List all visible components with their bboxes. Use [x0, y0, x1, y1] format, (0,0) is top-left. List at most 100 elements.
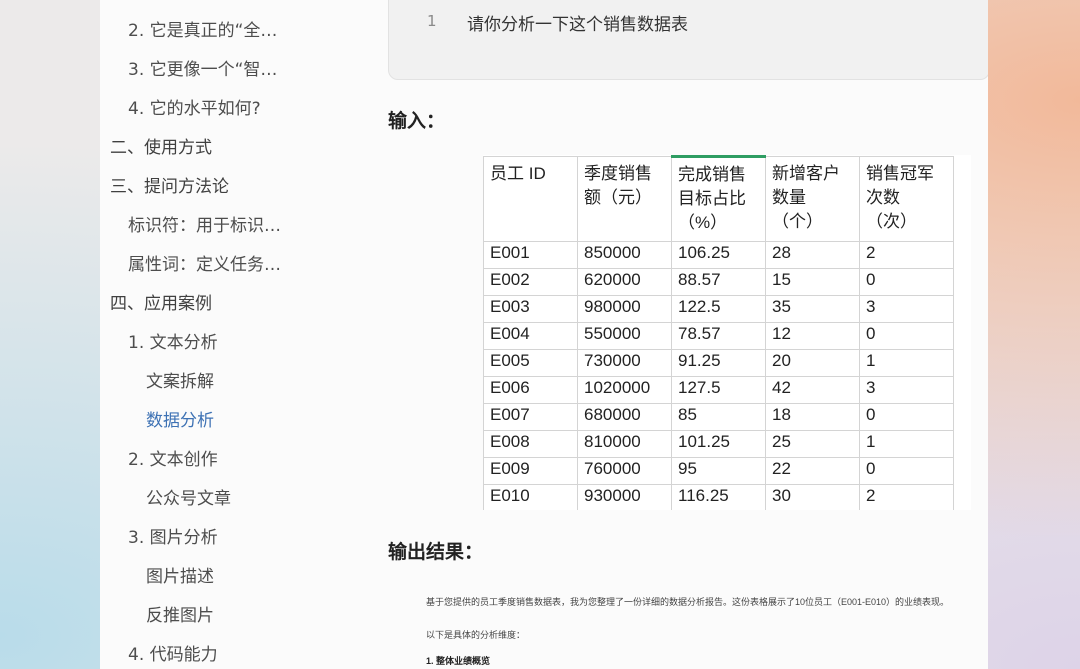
table-cell: 127.5: [671, 376, 766, 404]
table-row: E005 730000 91.25 20 1: [483, 349, 954, 377]
table-cell: 35: [765, 295, 860, 323]
table-cell: 28: [765, 241, 860, 269]
header-cell-line: 数量: [772, 188, 806, 207]
table-cell: E001: [483, 241, 578, 269]
document-page: 2. 它是真正的“全… 3. 它更像一个“智… 4. 它的水平如何? 二、使用方式 三、…: [100, 0, 988, 669]
table-cell: 2: [859, 241, 954, 269]
table-cell: E007: [483, 403, 578, 431]
spreadsheet-image: 员工 ID 季度销售额（元） 完成销售目标占比 （%） 新增客户数量 （个） 销售冠军次数 （…: [483, 155, 971, 510]
code-line-text: 请你分析一下这个销售数据表: [467, 15, 688, 35]
table-cell: 980000: [577, 295, 672, 323]
header-cell-line: （%）: [678, 213, 728, 232]
table-cell: 0: [859, 457, 954, 485]
toc-item[interactable]: 文案拆解: [146, 371, 214, 393]
prompt-code-block: 1 请你分析一下这个销售数据表: [388, 0, 988, 80]
table-cell: 15: [765, 268, 860, 296]
header-cell-line: 完成销售: [678, 165, 746, 184]
table-row: E002 620000 88.57 15 0: [483, 268, 954, 296]
table-cell: 20: [765, 349, 860, 377]
toc-item[interactable]: 二、使用方式: [110, 137, 212, 159]
table-header-cell: 员工 ID: [483, 156, 578, 242]
table-cell: E006: [483, 376, 578, 404]
table-cell: E003: [483, 295, 578, 323]
table-cell: 106.25: [671, 241, 766, 269]
table-cell: E008: [483, 430, 578, 458]
toc-item[interactable]: 反推图片: [146, 605, 214, 627]
table-cell: 850000: [577, 241, 672, 269]
table-row: E006 1020000 127.5 42 3: [483, 376, 954, 404]
table-row: E009 760000 95 22 0: [483, 457, 954, 485]
toc-item[interactable]: 图片描述: [146, 566, 214, 588]
article-content: 1 请你分析一下这个销售数据表 输入： 员工 ID 季度销售 额（元） 完成销售 目标占…: [388, 0, 988, 669]
table-cell: 85: [671, 403, 766, 431]
table-cell: 620000: [577, 268, 672, 296]
table-header-cell: 销售冠军次数 （次）: [859, 156, 954, 242]
sales-data-table: 员工 ID 季度销售额（元） 完成销售目标占比 （%） 新增客户数量 （个） 销售冠军次数 （…: [483, 155, 954, 510]
table-cell: 2: [859, 484, 954, 510]
table-row: E003 980000 122.5 35 3: [483, 295, 954, 323]
header-cell-line: 次数: [866, 188, 900, 207]
table-cell: 116.25: [671, 484, 766, 510]
header-cell-line: 额（元）: [584, 188, 652, 207]
header-cell-line: 季度销售: [584, 164, 652, 183]
table-row: E001 850000 106.25 28 2: [483, 241, 954, 269]
table-cell: 101.25: [671, 430, 766, 458]
table-of-contents: 2. 它是真正的“全… 3. 它更像一个“智… 4. 它的水平如何? 二、使用方式 三、…: [100, 0, 380, 669]
output-section-heading: 1. 整体业绩概览: [426, 656, 491, 666]
header-cell-line: 目标占比: [678, 189, 746, 208]
toc-item[interactable]: 3. 它更像一个“智…: [128, 59, 277, 81]
toc-item[interactable]: 四、应用案例: [110, 293, 212, 315]
table-header-row: 员工 ID 季度销售额（元） 完成销售目标占比 （%） 新增客户数量 （个） 销售冠军次数 （…: [483, 155, 954, 242]
table-cell: 30: [765, 484, 860, 510]
table-row: E004 550000 78.57 12 0: [483, 322, 954, 350]
table-cell: E009: [483, 457, 578, 485]
table-cell: 25: [765, 430, 860, 458]
table-cell: 550000: [577, 322, 672, 350]
table-cell: 12: [765, 322, 860, 350]
table-cell: 3: [859, 295, 954, 323]
toc-item[interactable]: 属性词：定义任务…: [128, 254, 281, 276]
table-cell: 22: [765, 457, 860, 485]
table-header-cell: 季度销售额（元）: [577, 156, 672, 242]
toc-item[interactable]: 1. 文本分析: [128, 332, 218, 354]
toc-item[interactable]: 4. 它的水平如何?: [128, 98, 261, 120]
table-cell: E004: [483, 322, 578, 350]
table-cell: 18: [765, 403, 860, 431]
table-cell: E005: [483, 349, 578, 377]
toc-item[interactable]: 2. 文本创作: [128, 449, 218, 471]
toc-item[interactable]: 公众号文章: [146, 488, 231, 510]
header-cell-line: 员工 ID: [490, 164, 546, 183]
table-cell: 78.57: [671, 322, 766, 350]
table-cell: 91.25: [671, 349, 766, 377]
table-cell: 1: [859, 349, 954, 377]
table-cell: 760000: [577, 457, 672, 485]
header-cell-line: 销售冠军: [866, 164, 934, 183]
table-cell: 1: [859, 430, 954, 458]
table-cell: 0: [859, 403, 954, 431]
toc-item[interactable]: 4. 代码能力: [128, 644, 218, 666]
header-cell-line: （个）: [772, 212, 823, 231]
toc-item[interactable]: 标识符：用于标识…: [128, 215, 281, 237]
table-cell: 680000: [577, 403, 672, 431]
table-cell: 122.5: [671, 295, 766, 323]
table-cell: 0: [859, 268, 954, 296]
table-header-cell: 完成销售目标占比 （%）: [671, 155, 766, 242]
table-header-cell: 新增客户数量 （个）: [765, 156, 860, 242]
table-cell: 88.57: [671, 268, 766, 296]
table-cell: 3: [859, 376, 954, 404]
table-row: E008 810000 101.25 25 1: [483, 430, 954, 458]
table-cell: 0: [859, 322, 954, 350]
header-cell-line: （次）: [866, 212, 917, 231]
toc-item[interactable]: 3. 图片分析: [128, 527, 218, 549]
header-cell-line: 新增客户: [772, 164, 840, 183]
toc-item[interactable]: 2. 它是真正的“全…: [128, 20, 277, 42]
table-cell: E010: [483, 484, 578, 510]
code-line-number: 1: [427, 12, 437, 30]
output-heading: 输出结果：: [388, 541, 484, 563]
toc-item[interactable]: 数据分析: [146, 410, 214, 432]
toc-item[interactable]: 三、提问方法论: [110, 176, 229, 198]
table-cell: 810000: [577, 430, 672, 458]
table-cell: 95: [671, 457, 766, 485]
output-lead-text: 以下是具体的分析维度：: [426, 630, 526, 640]
table-row: E010 930000 116.25 30 2: [483, 484, 954, 510]
